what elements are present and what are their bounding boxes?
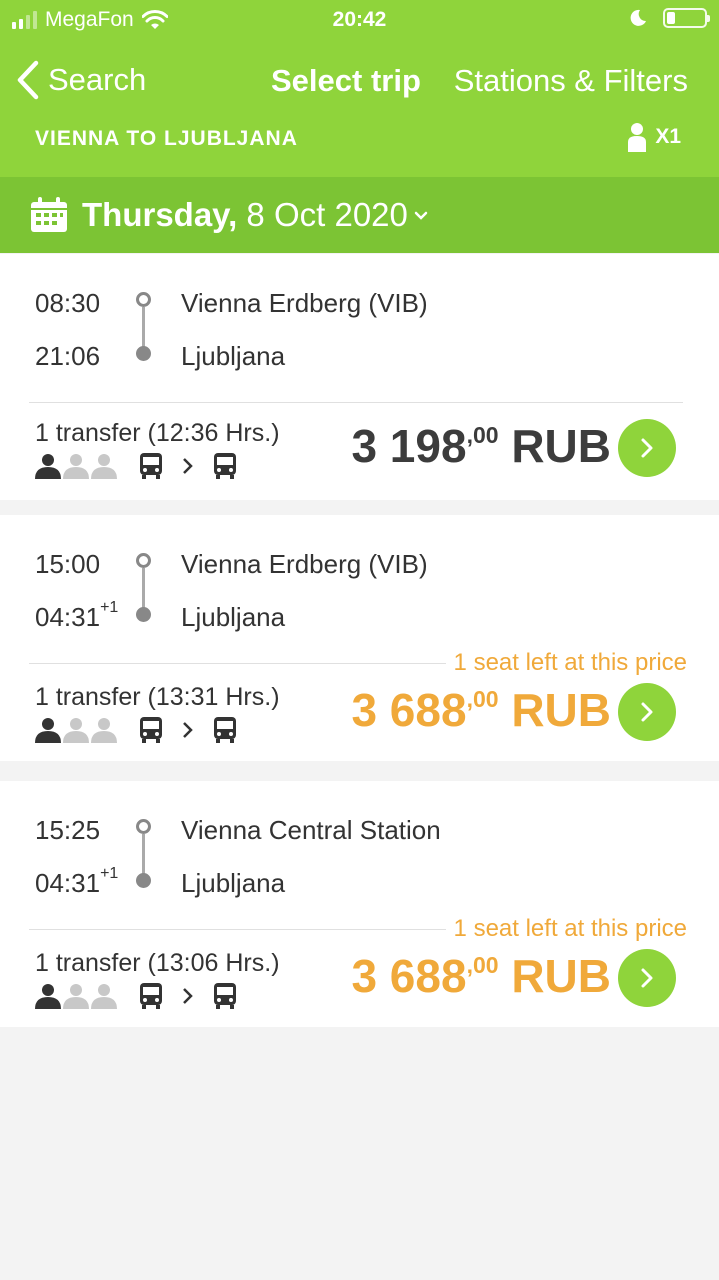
route-line	[142, 834, 145, 874]
price-currency: RUB	[511, 684, 611, 736]
date-label: Thursday, 8 Oct 2020	[82, 196, 408, 234]
arrival-time-value: 04:31	[35, 868, 101, 898]
battery-icon	[663, 8, 710, 28]
person-icon	[35, 718, 117, 743]
arrival-time-value: 04:31	[35, 602, 101, 632]
calendar-icon	[31, 197, 67, 232]
transfer-icons	[34, 715, 238, 745]
back-chevron-icon	[17, 60, 39, 100]
chevron-right-icon	[641, 702, 653, 722]
route-line	[142, 307, 145, 347]
bus-icon	[214, 453, 236, 479]
card-divider	[29, 402, 683, 403]
trip-card-2[interactable]: 15:00 04:31+1 Vienna Erdberg (VIB) Ljubl…	[0, 515, 719, 761]
departure-dot	[136, 292, 151, 307]
bus-icon	[140, 983, 162, 1009]
price-cents: ,00	[466, 421, 499, 448]
arrival-day-offset: +1	[100, 599, 119, 617]
bus-icon	[214, 983, 236, 1009]
departure-dot	[136, 819, 151, 834]
bus-icon	[140, 453, 162, 479]
transfer-icons	[34, 981, 238, 1011]
departure-dot	[136, 553, 151, 568]
arrival-time: 04:31+1	[35, 599, 119, 633]
departure-time: 15:25	[35, 815, 101, 845]
stations-filters-button[interactable]: Stations & Filters	[454, 63, 688, 99]
route-label: VIENNA TO LJUBLJANA	[35, 127, 298, 150]
trip-price: 3 688,00 RUB	[351, 949, 611, 1003]
transfer-info: 1 transfer (13:31 Hrs.)	[35, 683, 280, 711]
bus-icon	[140, 717, 162, 743]
arrival-station: Ljubljana	[181, 602, 286, 632]
header: MegaFon 20:42 Search Select trip Station	[0, 0, 719, 177]
departure-station: Vienna Erdberg (VIB)	[181, 288, 428, 318]
status-bar: MegaFon 20:42	[0, 0, 719, 40]
price-main: 3 198	[351, 420, 467, 472]
trip-price: 3 198,00 RUB	[351, 419, 611, 473]
transfer-icons	[34, 451, 238, 481]
battery-fill	[667, 12, 675, 24]
date-weekday: Thursday,	[82, 196, 238, 233]
select-trip-button[interactable]	[618, 949, 676, 1007]
departure-station: Vienna Erdberg (VIB)	[181, 549, 428, 579]
price-main: 3 688	[351, 684, 467, 736]
chevron-right-icon	[183, 722, 193, 738]
arrival-time: 21:06	[35, 341, 100, 372]
chevron-right-icon	[183, 988, 193, 1004]
departure-station: Vienna Central Station	[181, 815, 441, 845]
price-main: 3 688	[351, 950, 467, 1002]
arrival-dot	[136, 873, 151, 888]
arrival-dot	[136, 346, 151, 361]
moon-icon	[630, 9, 646, 26]
nav-bar: Search Select trip Stations & Filters	[0, 56, 719, 106]
seat-left-note: 1 seat left at this price	[445, 915, 689, 943]
passenger-count-label: X1	[655, 125, 681, 148]
person-icon	[35, 454, 117, 479]
seat-left-note: 1 seat left at this price	[445, 649, 689, 677]
status-right	[629, 8, 710, 28]
arrival-station: Ljubljana	[181, 868, 286, 898]
select-trip-button[interactable]	[618, 683, 676, 741]
departure-time: 08:30	[35, 288, 101, 318]
price-cents: ,00	[466, 685, 499, 712]
arrival-station: Ljubljana	[181, 341, 286, 371]
back-button[interactable]: Search	[16, 60, 146, 100]
date-rest: 8 Oct 2020	[237, 196, 408, 233]
trip-card-3[interactable]: 15:25 04:31+1 Vienna Central Station Lju…	[0, 781, 719, 1027]
trip-price: 3 688,00 RUB	[351, 683, 611, 737]
page-title: Select trip	[271, 63, 421, 98]
arrival-day-offset: +1	[100, 865, 119, 883]
arrival-time: 04:31+1	[35, 865, 119, 899]
bus-icon	[214, 717, 236, 743]
chevron-right-icon	[641, 968, 653, 988]
route-line	[142, 568, 145, 608]
arrival-dot	[136, 607, 151, 622]
chevron-right-icon	[641, 438, 653, 458]
transfer-info: 1 transfer (13:06 Hrs.)	[35, 949, 280, 977]
price-currency: RUB	[511, 950, 611, 1002]
chevron-down-icon	[414, 211, 428, 220]
departure-time: 15:00	[35, 549, 101, 579]
price-currency: RUB	[511, 420, 611, 472]
transfer-info: 1 transfer (12:36 Hrs.)	[35, 419, 280, 447]
price-cents: ,00	[466, 951, 499, 978]
trip-card-1[interactable]: 08:30 21:06 Vienna Erdberg (VIB) Ljublja…	[0, 254, 719, 500]
date-selector[interactable]: Thursday, 8 Oct 2020	[0, 177, 719, 253]
arrival-time-value: 21:06	[35, 341, 101, 371]
person-icon	[628, 123, 647, 152]
passenger-count[interactable]: X1	[627, 122, 681, 152]
back-label: Search	[48, 62, 147, 97]
select-trip-button[interactable]	[618, 419, 676, 477]
status-time: 20:42	[332, 8, 387, 31]
person-icon	[35, 984, 117, 1009]
chevron-right-icon	[183, 458, 193, 474]
